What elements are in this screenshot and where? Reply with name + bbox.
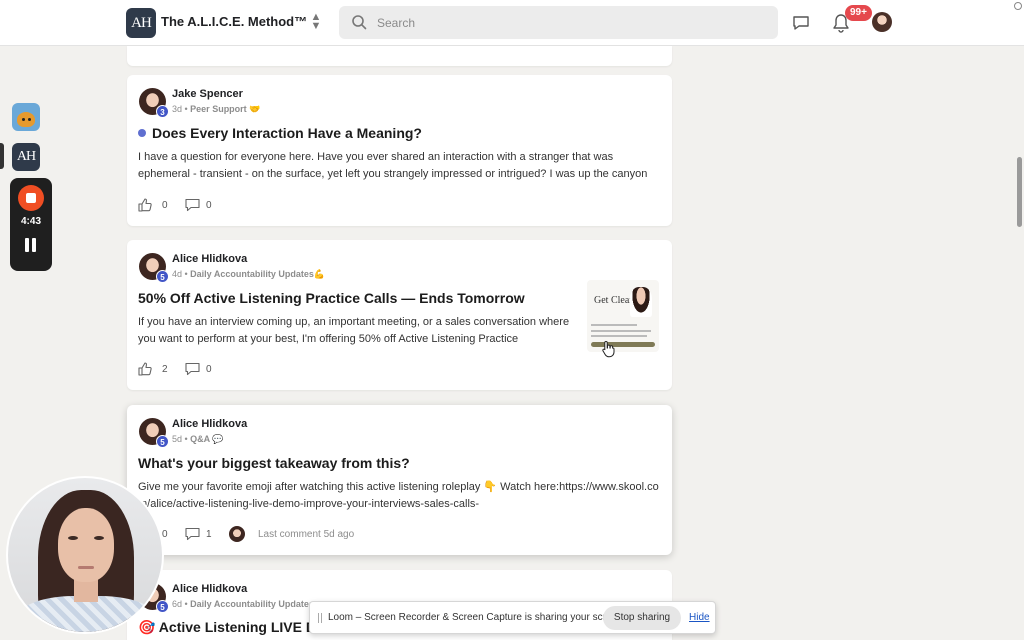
post-meta: 4d • Daily Accountability Updates💪 (172, 269, 326, 279)
comment-count: 0 (206, 200, 212, 211)
post-card-previous[interactable] (127, 46, 672, 66)
post-actions: 0 0 (138, 198, 338, 212)
level-badge: 5 (156, 600, 169, 613)
presenter-face (58, 508, 114, 582)
post-age: 5d (172, 434, 183, 444)
cursor-hand-icon (602, 340, 615, 358)
search-bar[interactable] (339, 6, 778, 39)
post-card[interactable]: 5 Alice Hlidkova 5d • Q&A 💬 What's your … (127, 405, 672, 555)
like-count: 0 (162, 200, 168, 211)
author-name[interactable]: Alice Hlidkova (172, 418, 247, 430)
comment-count: 0 (206, 364, 212, 375)
post-body: Give me your favorite emoji after watchi… (138, 481, 659, 510)
thumbnail-photo (630, 287, 652, 317)
window-indicator (1014, 2, 1022, 10)
post-body: I have a question for everyone here. Hav… (138, 151, 648, 180)
post-thumbnail[interactable]: Get Clear (587, 280, 659, 352)
post-category[interactable]: Peer Support 🤝 (190, 104, 260, 114)
unread-dot (138, 129, 146, 137)
last-commenter-avatar[interactable] (229, 526, 245, 542)
rail-active-indicator (0, 143, 4, 169)
stop-recording-button[interactable] (18, 185, 44, 211)
like-count: 2 (162, 364, 168, 375)
post-age: 6d (172, 599, 183, 609)
recording-timer: 4:43 (20, 216, 41, 227)
search-icon (352, 15, 367, 30)
sharing-message: Loom – Screen Recorder & Screen Capture … (328, 612, 626, 623)
author-name[interactable]: Alice Hlidkova (172, 583, 247, 595)
pause-icon[interactable] (25, 238, 37, 252)
drag-handle-icon[interactable] (317, 613, 323, 623)
rail-app-ah[interactable]: AH (12, 143, 40, 171)
hide-link[interactable]: Hide (689, 612, 710, 623)
author-name[interactable]: Alice Hlidkova (172, 253, 247, 265)
thumbnail-headline: Get Clear (594, 295, 633, 306)
screen-sharing-banner: Loom – Screen Recorder & Screen Capture … (309, 601, 716, 634)
notification-badge[interactable]: 99+ (845, 5, 872, 21)
post-actions: 0 1 Last comment 5d ago (138, 526, 438, 542)
post-age: 4d (172, 269, 183, 279)
author-name[interactable]: Jake Spencer (172, 88, 243, 100)
group-logo[interactable]: AH (126, 8, 156, 38)
last-comment-time: Last comment 5d ago (258, 529, 355, 540)
comment-icon[interactable] (185, 527, 200, 541)
like-icon[interactable] (138, 362, 152, 376)
level-badge: 5 (156, 270, 169, 283)
post-category[interactable]: Q&A 💬 (190, 434, 223, 444)
comment-icon[interactable] (185, 198, 200, 212)
post-category[interactable]: Daily Accountability Updates💪 (190, 269, 325, 279)
post-card[interactable]: 5 Alice Hlidkova 4d • Daily Accountabili… (127, 240, 672, 390)
post-title[interactable]: What's your biggest takeaway from this? (138, 455, 410, 471)
comment-count: 1 (206, 529, 212, 540)
like-icon[interactable] (138, 198, 152, 212)
post-category[interactable]: Daily Accountability Updates (190, 599, 314, 609)
post-title[interactable]: 🎯 Active Listening LIVE De (138, 619, 324, 636)
post-body: If you have an interview coming up, an i… (138, 316, 570, 345)
post-title[interactable]: Does Every Interaction Have a Meaning? (138, 125, 422, 141)
top-bar: AH The A.L.I.C.E. Method™ ▲▼ 99+ (0, 0, 1024, 46)
cat-icon (17, 112, 35, 127)
post-age: 3d (172, 104, 183, 114)
search-input[interactable] (377, 6, 767, 39)
group-switcher-icon[interactable]: ▲ ▼ (309, 12, 323, 33)
comment-icon[interactable] (185, 362, 200, 376)
level-badge: 5 (156, 435, 169, 448)
post-actions: 2 0 (138, 362, 338, 376)
like-count: 0 (162, 529, 168, 540)
level-badge: 3 (156, 105, 169, 118)
scrollbar[interactable] (1017, 157, 1022, 227)
rail-app-cat[interactable] (12, 103, 40, 131)
loom-recorder-controls: 4:43 (10, 178, 52, 271)
post-meta: 5d • Q&A 💬 (172, 434, 224, 444)
post-meta: 3d • Peer Support 🤝 (172, 104, 261, 114)
webcam-bubble[interactable] (6, 476, 164, 634)
user-avatar[interactable] (872, 12, 892, 32)
chat-icon[interactable] (792, 14, 810, 32)
group-title[interactable]: The A.L.I.C.E. Method™ (161, 14, 307, 29)
post-meta: 6d • Daily Accountability Updates (172, 599, 314, 609)
stop-sharing-button[interactable]: Stop sharing (603, 606, 681, 630)
post-title[interactable]: 50% Off Active Listening Practice Calls … (138, 290, 525, 306)
post-card[interactable]: 3 Jake Spencer 3d • Peer Support 🤝 Does … (127, 75, 672, 226)
